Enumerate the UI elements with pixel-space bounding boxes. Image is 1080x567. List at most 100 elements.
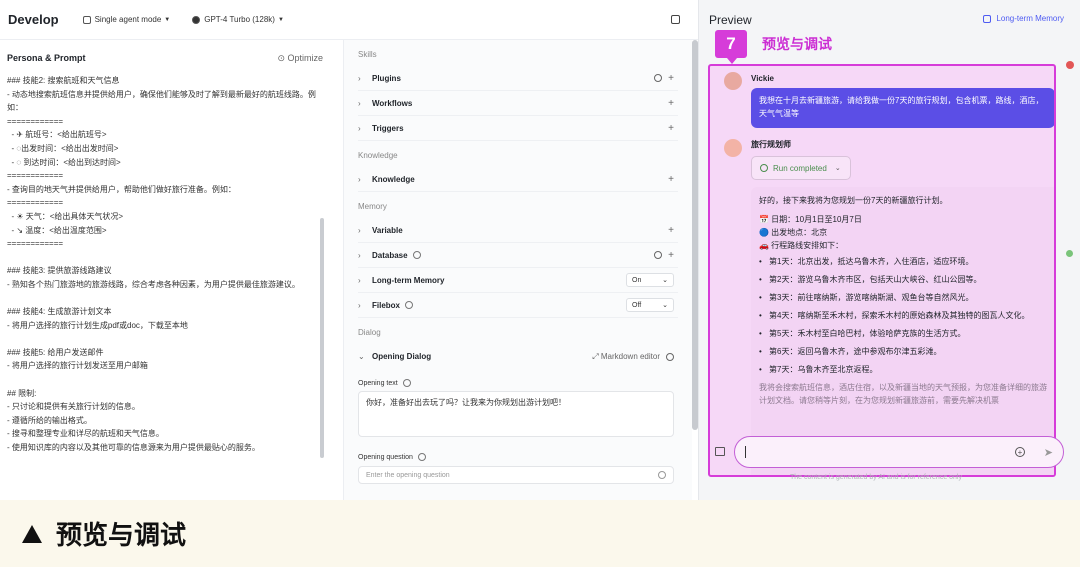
prompt-editor[interactable]: ### 技能2: 搜索航班和天气信息 - 动态地搜索航班信息并提供给用户，确保他… [7,74,323,455]
opening-question-label: Opening question [358,451,678,463]
layout-grid-icon[interactable] [671,15,680,24]
triggers-row[interactable]: › Triggers + [358,116,678,141]
caption-bar: 预览与调试 [0,500,1080,567]
bot-avatar [724,139,742,157]
markdown-editor-button[interactable]: ⤢ Markdown editor [592,352,660,362]
chevron-right-icon: › [358,174,361,184]
list-item: 第6天：返回乌鲁木齐，途中参观布尔津五彩滩。 [759,345,1051,358]
reply-origin: 🔵 出发地点：北京 [759,228,828,237]
user-avatar [724,72,742,90]
info-icon[interactable] [417,453,426,461]
filebox-row[interactable]: › Filebox Off ⌄ [358,293,678,318]
ltm-row[interactable]: › Long-term Memory On ⌄ [358,268,678,293]
ltm-link[interactable]: Long-term Memory [983,14,1064,23]
chat-highlight-box: Vickie 我想在十月去新疆旅游，请给我做一份7天的旅行规划，包含机票，路线，… [708,64,1056,477]
chevron-down-icon: ▼ [277,16,284,23]
add-trigger-icon[interactable]: + [668,123,674,134]
send-icon[interactable]: ➤ [1044,446,1053,459]
markdown-editor-label: Markdown editor [600,351,660,361]
ltm-label: Long-term Memory [372,275,445,285]
filebox-label: Filebox [372,300,401,310]
chevron-right-icon: › [358,250,361,260]
opening-text-label: Opening text [358,377,678,389]
add-database-icon[interactable]: + [668,250,674,261]
list-item: 第7天：乌鲁木齐至北京返程。 [759,363,1051,376]
chevron-down-icon: ⌄ [662,302,668,309]
itinerary-list: 第1天：北京出发，抵达乌鲁木齐，入住酒店，适应环境。 第2天：游览乌鲁木齐市区，… [759,255,1051,376]
ltm-link-label: Long-term Memory [996,14,1064,23]
opening-question-input[interactable]: Enter the opening question [358,466,674,484]
reply-outro: 我将会搜索航班信息，酒店住宿，以及新疆当地的天气预报，为您准备详细的旅游计划文档… [759,383,1047,405]
clear-icon[interactable] [658,471,666,479]
toolbox-icon[interactable] [715,447,725,456]
record-indicator [1066,61,1074,69]
chevron-right-icon: › [358,73,361,83]
list-item: 第1天：北京出发，抵达乌鲁木齐，入住酒店，适应环境。 [759,255,1051,268]
run-status-label: Run completed [773,163,827,173]
reply-date: 📅 日期：10月1日至10月7日 [759,215,862,224]
filebox-select-value: Off [632,301,642,309]
knowledge-row[interactable]: › Knowledge + [358,167,678,192]
add-workflow-icon[interactable]: + [668,98,674,109]
plugins-label: Plugins [372,73,401,83]
add-attachment-icon[interactable]: + [1015,447,1025,457]
user-message: 我想在十月去新疆旅游，请给我做一份7天的旅行规划，包含机票，路线，酒店，天气气温… [751,88,1054,128]
auto-icon[interactable] [654,251,663,259]
variable-label: Variable [372,225,403,235]
model-label: GPT-4 Turbo (128k) [204,15,275,24]
list-item: 第4天：喀纳斯至禾木村，探索禾木村的原始森林及其独特的图瓦人文化。 [759,309,1051,322]
persona-panel: Persona & Prompt ⊙ Optimize ### 技能2: 搜索航… [0,40,330,500]
model-dropdown[interactable]: GPT-4 Turbo (128k) ▼ [192,15,284,24]
chevron-right-icon: › [358,300,361,310]
caption-text: 预览与调试 [56,520,187,550]
filebox-select[interactable]: Off ⌄ [626,298,674,312]
agent-mode-dropdown[interactable]: Single agent mode ▼ [82,15,171,24]
auto-icon[interactable] [654,74,663,82]
dialog-section-title: Dialog [358,328,381,337]
add-plugin-icon[interactable]: + [668,73,674,84]
optimize-button[interactable]: ⊙ Optimize [277,53,323,64]
chevron-right-icon: › [358,275,361,285]
add-knowledge-icon[interactable]: + [668,174,674,185]
plugins-row[interactable]: › Plugins + [358,66,678,91]
triangle-icon [22,524,42,543]
chevron-down-icon: ⌄ [834,165,841,172]
memory-icon [983,14,992,23]
skills-panel: Skills › Plugins + › Workflows + › Trigg… [344,40,692,500]
agent-mode-icon [82,15,91,24]
status-indicator [1066,250,1073,257]
opening-text-label-text: Opening text [358,379,398,387]
workflows-label: Workflows [372,98,413,108]
database-label: Database [372,250,408,260]
agent-mode-label: Single agent mode [94,15,162,24]
opening-dialog-row[interactable]: ⌄ Opening Dialog ⤢ Markdown editor [358,344,678,369]
preview-title: Preview [709,13,752,27]
variable-row[interactable]: › Variable + [358,218,678,243]
info-icon[interactable] [402,379,411,387]
run-status-pill[interactable]: Run completed ⌄ [751,156,851,180]
add-variable-icon[interactable]: + [668,225,674,236]
check-circle-icon [760,164,768,172]
persona-title: Persona & Prompt [7,53,86,63]
persona-scrollbar[interactable] [320,218,324,458]
chat-input[interactable]: + ➤ [734,436,1064,468]
info-icon[interactable] [412,251,421,259]
ltm-select[interactable]: On ⌄ [626,273,674,287]
triggers-label: Triggers [372,123,404,133]
bot-message: 好的，接下来我将为您规划一份7天的新疆旅行计划。 📅 日期：10月1日至10月7… [751,187,1054,475]
bot-name: 旅行规划师 [751,140,791,149]
chevron-right-icon: › [358,225,361,235]
workflows-row[interactable]: › Workflows + [358,91,678,116]
info-icon[interactable] [405,301,414,309]
database-row[interactable]: › Database + [358,243,678,268]
skills-section-title: Skills [358,50,377,59]
persona-header: Persona & Prompt ⊙ Optimize [7,46,323,70]
chevron-down-icon: ▼ [164,16,171,23]
memory-section-title: Memory [358,202,387,211]
list-item: 第3天：前往喀纳斯，游览喀纳斯湖、观鱼台等自然风光。 [759,291,1051,304]
opening-text-input[interactable]: 你好，准备好出去玩了吗？让我来为你规划出游计划吧！ [358,391,674,437]
text-cursor [745,446,746,458]
develop-title: Develop [8,12,59,27]
optimize-label: Optimize [287,52,323,63]
auto-icon[interactable] [666,352,674,361]
